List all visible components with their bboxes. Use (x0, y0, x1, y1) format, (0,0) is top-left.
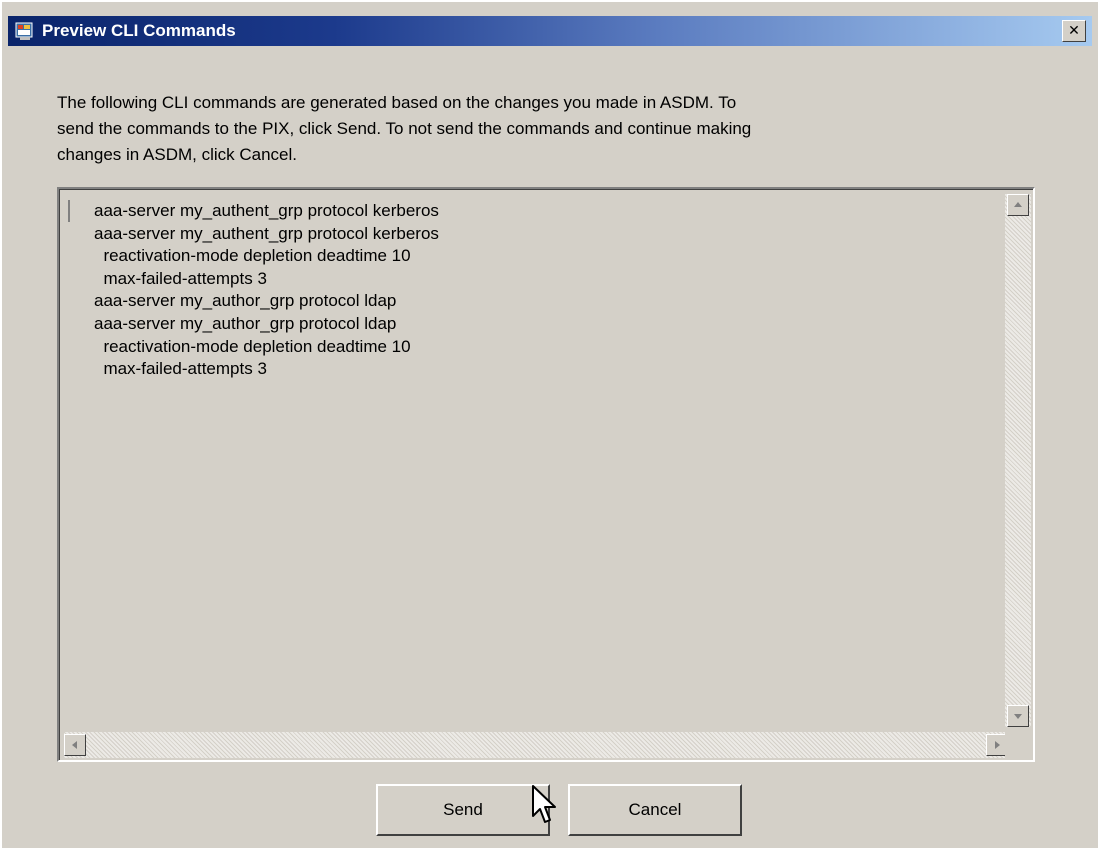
instructions-text: The following CLI commands are generated… (57, 90, 997, 168)
textarea-frame: aaa-server my_authent_grp protocol kerbe… (59, 189, 1033, 760)
preview-cli-dialog: Preview CLI Commands ✕ The following CLI… (0, 0, 1098, 848)
cancel-button[interactable]: Cancel (568, 784, 742, 836)
close-icon: ✕ (1068, 23, 1080, 39)
close-button[interactable]: ✕ (1062, 20, 1086, 42)
command-line: max-failed-attempts 3 (94, 359, 267, 379)
cli-commands-content[interactable]: aaa-server my_authent_grp protocol kerbe… (66, 196, 1022, 726)
vertical-scrollbar[interactable] (1005, 194, 1031, 727)
command-list: aaa-server my_authent_grp protocol kerbe… (94, 200, 439, 381)
command-line: reactivation-mode depletion deadtime 10 (94, 246, 411, 266)
arrow-left-icon (72, 741, 77, 749)
cancel-button-label: Cancel (628, 800, 682, 819)
scroll-left-button[interactable] (64, 734, 86, 756)
instructions-line: The following CLI commands are generated… (57, 93, 737, 112)
command-line: aaa-server my_author_grp protocol ldap (94, 291, 397, 311)
cli-commands-textarea[interactable]: aaa-server my_authent_grp protocol kerbe… (57, 187, 1035, 762)
instructions-line: send the commands to the PIX, click Send… (57, 119, 752, 138)
title-bar[interactable]: Preview CLI Commands ✕ (8, 16, 1092, 46)
horizontal-scrollbar[interactable] (64, 732, 1008, 758)
arrow-down-icon (1014, 714, 1022, 719)
command-line: aaa-server my_author_grp protocol ldap (94, 313, 397, 333)
send-button[interactable]: Send (376, 784, 550, 836)
scrollbar-corner (1005, 732, 1031, 758)
command-line: aaa-server my_authent_grp protocol kerbe… (94, 201, 439, 220)
send-button-label: Send (443, 800, 483, 819)
command-line: aaa-server my_authent_grp protocol kerbe… (94, 223, 439, 243)
instructions-line: changes in ASDM, click Cancel. (57, 145, 297, 164)
mouse-pointer-icon (530, 784, 560, 828)
command-line: max-failed-attempts 3 (94, 268, 267, 288)
scroll-up-button[interactable] (1007, 194, 1029, 216)
scroll-down-button[interactable] (1007, 705, 1029, 727)
asdm-app-icon (14, 20, 36, 42)
window-title: Preview CLI Commands (42, 21, 236, 40)
text-caret (68, 200, 70, 222)
command-line: reactivation-mode depletion deadtime 10 (94, 336, 411, 356)
arrow-right-icon (995, 741, 1000, 749)
arrow-up-icon (1014, 202, 1022, 207)
